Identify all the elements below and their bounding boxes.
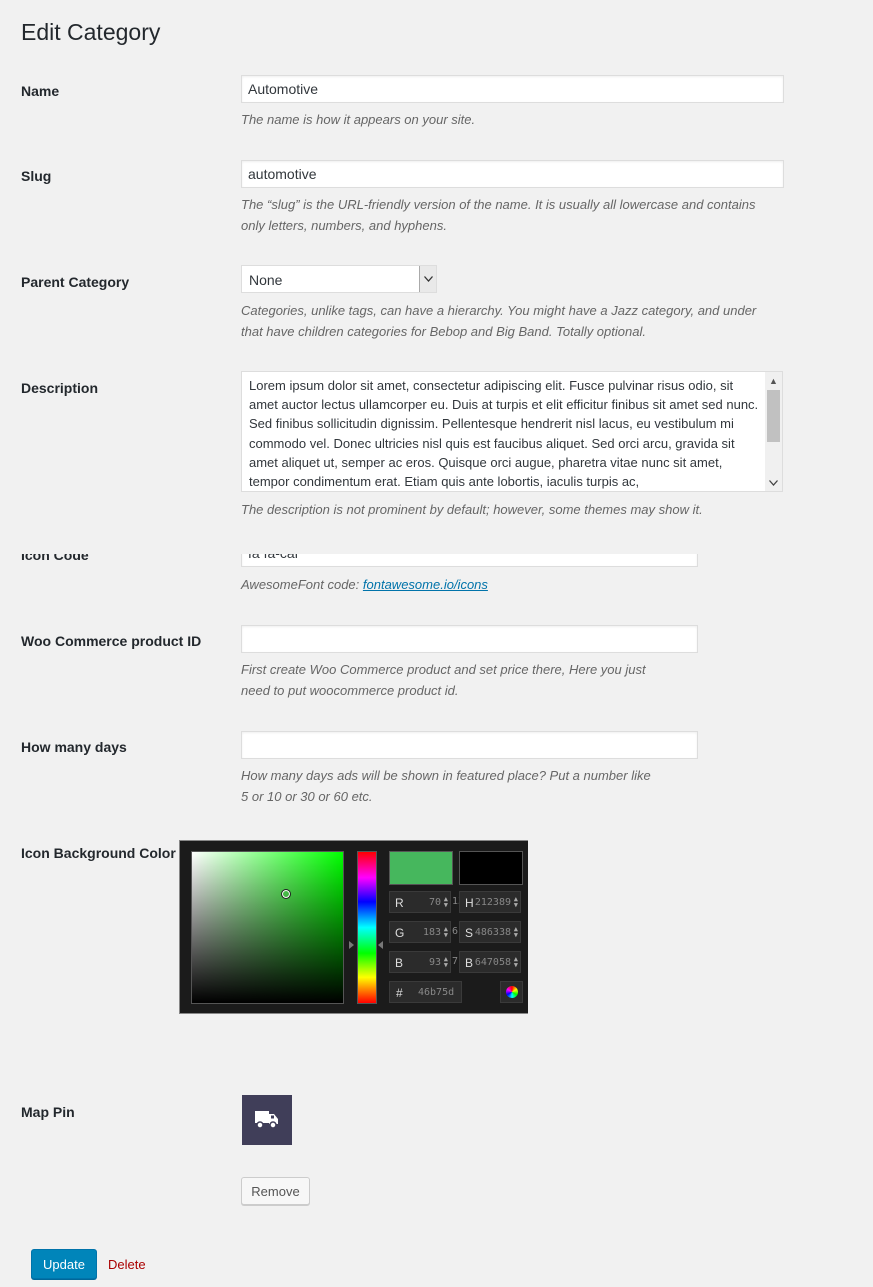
hue-slider[interactable] (357, 851, 377, 1004)
spinner-icon[interactable]: ▲ ▼ (444, 956, 448, 969)
product-id-description-line2: need to put woocommerce product id. (241, 683, 459, 698)
fontawesome-link[interactable]: fontawesome.io/icons (363, 577, 488, 592)
scroll-up-icon[interactable]: ▲ (765, 372, 782, 389)
icon-bg-color-label: Icon Background Color (21, 845, 176, 861)
description-text[interactable]: Lorem ipsum dolor sit amet, consectetur … (249, 376, 764, 491)
brightness-value[interactable]: 647058 (475, 957, 511, 968)
red-key: R (395, 896, 404, 910)
description-textarea[interactable]: Lorem ipsum dolor sit amet, consectetur … (241, 371, 783, 492)
parent-category-label: Parent Category (21, 274, 130, 290)
spinner-icon[interactable]: ▲ ▼ (444, 896, 448, 909)
days-description-line2: 5 or 10 or 30 or 60 etc. (241, 789, 373, 804)
spinner-icon[interactable]: ▲ ▼ (444, 926, 448, 939)
chevron-down-icon[interactable] (419, 266, 436, 292)
color-picker[interactable]: R 70 ▲▼ G 183 ▲▼ B 93 ▲▼ 13 61 71 H 2123… (179, 840, 528, 1014)
slug-label: Slug (21, 168, 52, 184)
blue-value[interactable]: 93 (429, 957, 441, 968)
slug-input[interactable] (241, 160, 784, 188)
days-input[interactable] (241, 731, 698, 759)
product-id-input[interactable] (241, 625, 698, 653)
hex-key: # (396, 986, 403, 1000)
page-title: Edit Category (21, 19, 161, 45)
spinner-icon[interactable]: ▲ ▼ (514, 896, 518, 909)
blue-key: B (395, 956, 404, 970)
description-help: The description is not prominent by defa… (241, 502, 703, 517)
brightness-field[interactable]: B 647058 ▲ ▼ (459, 951, 521, 973)
name-label: Name (21, 83, 60, 99)
hue-arrow-right-icon (378, 941, 383, 949)
update-button[interactable]: Update (31, 1249, 97, 1279)
green-field[interactable]: G 183 ▲ ▼ (389, 921, 451, 943)
saturation-key: S (465, 926, 474, 940)
product-id-description-line1: First create Woo Commerce product and se… (241, 662, 646, 677)
product-id-label: Woo Commerce product ID (21, 633, 202, 649)
icon-code-input[interactable] (241, 554, 698, 567)
red-value[interactable]: 70 (429, 897, 441, 908)
color-saturation-field[interactable] (191, 851, 344, 1004)
hue-arrow-left-icon (349, 941, 354, 949)
delete-link[interactable]: Delete (108, 1257, 146, 1272)
parent-description-line2: that have children categories for Bebop … (241, 324, 646, 339)
hue-key: H (465, 896, 474, 910)
saturation-value[interactable]: 486338 (475, 927, 511, 938)
truck-icon (255, 1111, 278, 1129)
spinner-icon[interactable]: ▲ ▼ (514, 926, 518, 939)
remove-button[interactable]: Remove (241, 1177, 310, 1205)
green-value[interactable]: 183 (423, 927, 441, 938)
parent-description-line1: Categories, unlike tags, can have a hier… (241, 303, 757, 318)
slug-description-line1: The “slug” is the URL-friendly version o… (241, 197, 756, 212)
icon-code-desc-prefix: AwesomeFont code: (241, 577, 363, 592)
new-color-swatch (389, 851, 453, 885)
green-key: G (395, 926, 405, 940)
days-label: How many days (21, 739, 127, 755)
days-description-line1: How many days ads will be shown in featu… (241, 768, 651, 783)
blue-field[interactable]: B 93 ▲ ▼ (389, 951, 451, 973)
slug-description-line2: only letters, numbers, and hyphens. (241, 218, 447, 233)
parent-category-select[interactable]: None (241, 265, 437, 293)
map-pin-label: Map Pin (21, 1104, 75, 1120)
scroll-down-icon[interactable] (765, 474, 782, 491)
hex-value[interactable]: 46b75d (418, 987, 454, 998)
original-color-swatch[interactable] (459, 851, 523, 885)
brightness-key: B (465, 956, 474, 970)
color-cursor[interactable] (280, 889, 291, 900)
scroll-thumb[interactable] (767, 390, 780, 442)
description-scrollbar[interactable]: ▲ (765, 372, 782, 491)
saturation-field[interactable]: S 486338 ▲ ▼ (459, 921, 521, 943)
parent-category-selected: None (249, 272, 283, 288)
color-wheel-icon[interactable] (500, 981, 523, 1003)
hue-field[interactable]: H 212389 ▲ ▼ (459, 891, 521, 913)
hue-value[interactable]: 212389 (475, 897, 511, 908)
map-pin-preview (242, 1095, 292, 1145)
name-description: The name is how it appears on your site. (241, 112, 476, 127)
icon-code-description: AwesomeFont code: fontawesome.io/icons (241, 574, 488, 595)
hex-field[interactable]: # 46b75d (389, 981, 462, 1003)
spinner-icon[interactable]: ▲ ▼ (514, 956, 518, 969)
name-input[interactable] (241, 75, 784, 103)
icon-code-label: Icon Code (21, 554, 89, 563)
red-field[interactable]: R 70 ▲ ▼ (389, 891, 451, 913)
description-label: Description (21, 380, 99, 396)
